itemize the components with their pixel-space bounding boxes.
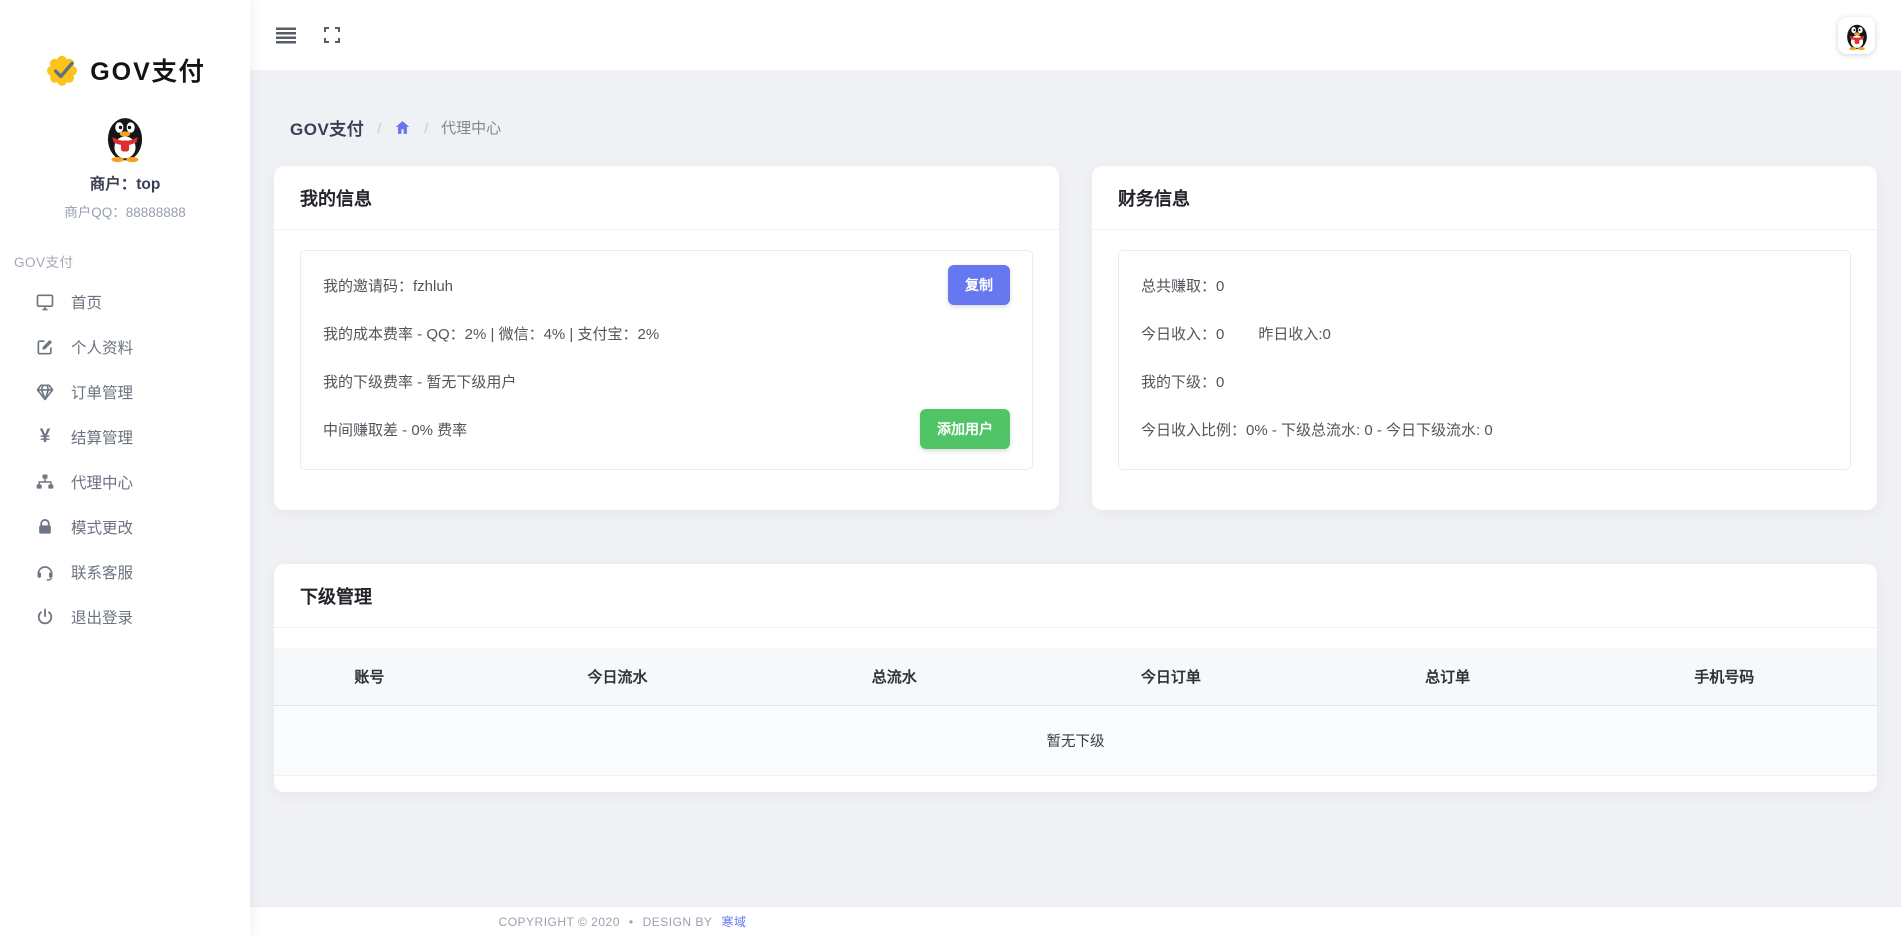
sidebar-item-label: 联系客服 (71, 561, 133, 583)
finance-box: 总共赚取：0 今日收入：0 昨日收入:0 我的下级：0 今日收入比例：0% - … (1118, 250, 1851, 470)
hamburger-menu-icon[interactable] (276, 25, 296, 45)
sidebar-section-label: GOV支付 (14, 251, 250, 271)
user-avatar-button[interactable] (1838, 17, 1875, 54)
sidebar-item-profile[interactable]: 个人资料 (0, 324, 250, 369)
content: GOV支付 / / 代理中心 我的信息 我的邀请码：fzhluh 复制 (250, 70, 1901, 906)
edit-icon (34, 336, 56, 358)
copyright-text: COPYRIGHT © 2020 (499, 915, 620, 929)
subordinates-card: 下级管理 账号 今日流水 总流水 今日订单 总订单 手机号码 (274, 564, 1877, 792)
app-logo[interactable]: GOV支付 (0, 0, 250, 88)
cost-rate-text: 我的成本费率 - QQ：2% | 微信：4% | 支付宝：2% (323, 323, 659, 344)
sidebar-item-settlement[interactable]: ¥ 结算管理 (0, 414, 250, 459)
my-info-box: 我的邀请码：fzhluh 复制 我的成本费率 - QQ：2% | 微信：4% |… (300, 250, 1033, 470)
breadcrumb-root-link[interactable]: GOV支付 (290, 115, 364, 140)
lock-icon (34, 516, 56, 538)
sidebar-item-home[interactable]: 首页 (0, 279, 250, 324)
add-user-button[interactable]: 添加用户 (920, 409, 1010, 449)
column-header-phone: 手机号码 (1572, 648, 1877, 706)
gem-icon (34, 381, 56, 403)
design-author-link[interactable]: 寒域 (721, 913, 746, 930)
column-header-total-orders: 总订单 (1324, 648, 1572, 706)
breadcrumb-separator: / (377, 120, 381, 136)
column-header-today-flow: 今日流水 (465, 648, 770, 706)
sidebar-item-label: 模式更改 (71, 516, 133, 538)
sub-rate-row: 我的下级费率 - 暂无下级用户 (323, 357, 1010, 405)
sidebar-item-label: 首页 (71, 291, 102, 313)
column-header-total-flow: 总流水 (770, 648, 1018, 706)
income-ratio-text: 今日收入比例：0% - 下级总流水: 0 - 今日下级流水: 0 (1141, 419, 1493, 440)
sidebar-item-agent-center[interactable]: 代理中心 (0, 459, 250, 504)
finance-card: 财务信息 总共赚取：0 今日收入：0 昨日收入:0 我的下级：0 (1092, 166, 1877, 510)
invite-code-text: 我的邀请码：fzhluh (323, 275, 453, 296)
qq-penguin-icon (1842, 19, 1872, 51)
empty-row: 暂无下级 (274, 706, 1877, 776)
merchant-qq: 商户QQ：88888888 (0, 201, 250, 221)
sidebar-menu: 首页 个人资料 订单管理 ¥ 结算管理 代理中心 (0, 279, 250, 639)
home-icon[interactable] (394, 119, 411, 136)
sidebar-item-orders[interactable]: 订单管理 (0, 369, 250, 414)
total-earned-text: 总共赚取：0 (1141, 275, 1224, 296)
badge-check-icon (44, 52, 80, 88)
cards-row: 我的信息 我的邀请码：fzhluh 复制 我的成本费率 - QQ：2% | 微信… (274, 166, 1877, 510)
headset-icon (34, 561, 56, 583)
subordinates-title: 下级管理 (300, 587, 372, 607)
breadcrumb: GOV支付 / / 代理中心 (274, 70, 1877, 140)
sidebar-item-label: 结算管理 (71, 426, 133, 448)
my-info-card-body: 我的邀请码：fzhluh 复制 我的成本费率 - QQ：2% | 微信：4% |… (274, 230, 1059, 510)
sitemap-icon (34, 471, 56, 493)
finance-title: 财务信息 (1118, 189, 1190, 209)
income-row: 今日收入：0 昨日收入:0 (1141, 309, 1828, 357)
breadcrumb-separator: / (424, 120, 428, 136)
sidebar: GOV支付 商户：top 商户QQ：88888888 GOV支付 首页 (0, 0, 250, 936)
power-icon (34, 606, 56, 628)
column-header-account: 账号 (274, 648, 465, 706)
cost-rate-row: 我的成本费率 - QQ：2% | 微信：4% | 支付宝：2% (323, 309, 1010, 357)
app-title: GOV支付 (90, 52, 206, 88)
sidebar-item-mode-change[interactable]: 模式更改 (0, 504, 250, 549)
main-area: GOV支付 / / 代理中心 我的信息 我的邀请码：fzhluh 复制 (250, 0, 1901, 936)
fullscreen-icon[interactable] (322, 25, 342, 45)
middle-diff-text: 中间赚取差 - 0% 费率 (323, 419, 467, 440)
sidebar-item-logout[interactable]: 退出登录 (0, 594, 250, 639)
my-info-card: 我的信息 我的邀请码：fzhluh 复制 我的成本费率 - QQ：2% | 微信… (274, 166, 1059, 510)
my-subordinates-text: 我的下级：0 (1141, 371, 1224, 392)
footer-bullet: • (629, 915, 634, 929)
yen-icon: ¥ (34, 426, 56, 448)
empty-text: 暂无下级 (274, 706, 1877, 776)
subordinates-table: 账号 今日流水 总流水 今日订单 总订单 手机号码 暂无下级 (274, 648, 1877, 776)
design-by-text: DESIGN BY (643, 915, 713, 929)
my-info-title: 我的信息 (300, 189, 372, 209)
monitor-icon (34, 291, 56, 313)
table-header-row: 账号 今日流水 总流水 今日订单 总订单 手机号码 (274, 648, 1877, 706)
subordinates-card-body: 账号 今日流水 总流水 今日订单 总订单 手机号码 暂无下级 (274, 628, 1877, 792)
footer: COPYRIGHT © 2020 • DESIGN BY 寒域 (250, 906, 1901, 936)
footer-inner: COPYRIGHT © 2020 • DESIGN BY 寒域 (250, 913, 995, 930)
today-income-text: 今日收入：0 (1141, 323, 1224, 344)
subordinates-card-header: 下级管理 (274, 564, 1877, 628)
invite-code-row: 我的邀请码：fzhluh 复制 (323, 261, 1010, 309)
sidebar-item-label: 代理中心 (71, 471, 133, 493)
qq-penguin-icon (99, 108, 151, 164)
merchant-avatar (0, 108, 250, 164)
sidebar-item-label: 个人资料 (71, 336, 133, 358)
total-earned-row: 总共赚取：0 (1141, 261, 1828, 309)
sub-rate-text: 我的下级费率 - 暂无下级用户 (323, 371, 516, 392)
breadcrumb-current: 代理中心 (441, 117, 501, 138)
income-ratio-row: 今日收入比例：0% - 下级总流水: 0 - 今日下级流水: 0 (1141, 405, 1828, 453)
finance-card-body: 总共赚取：0 今日收入：0 昨日收入:0 我的下级：0 今日收入比例：0% - … (1092, 230, 1877, 510)
my-info-card-header: 我的信息 (274, 166, 1059, 230)
copy-button[interactable]: 复制 (948, 265, 1010, 305)
sidebar-item-label: 退出登录 (71, 606, 133, 628)
middle-diff-row: 中间赚取差 - 0% 费率 添加用户 (323, 405, 1010, 453)
column-header-today-orders: 今日订单 (1018, 648, 1323, 706)
yesterday-income-text: 昨日收入:0 (1258, 323, 1331, 344)
merchant-name: 商户：top (0, 172, 250, 194)
my-subordinates-row: 我的下级：0 (1141, 357, 1828, 405)
finance-card-header: 财务信息 (1092, 166, 1877, 230)
topbar (250, 0, 1901, 70)
sidebar-item-label: 订单管理 (71, 381, 133, 403)
sidebar-item-support[interactable]: 联系客服 (0, 549, 250, 594)
